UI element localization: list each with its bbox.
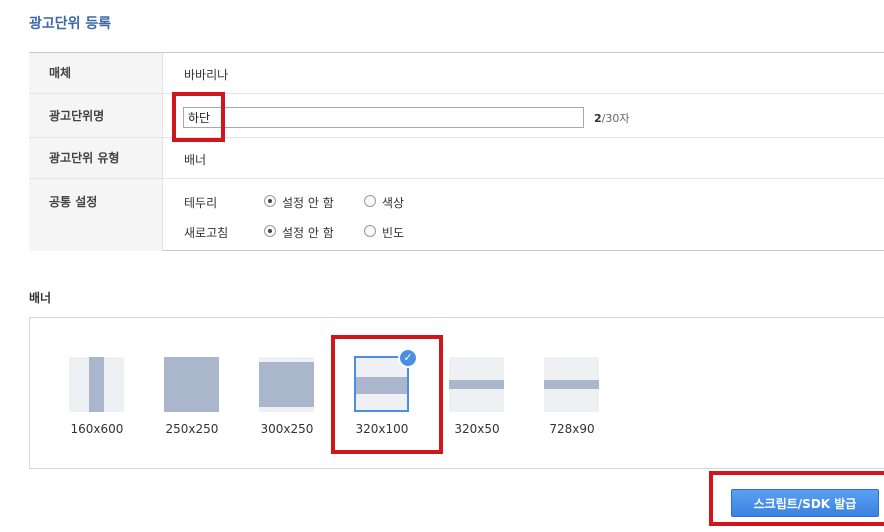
char-count-max: /30자 (601, 112, 630, 125)
unit-name-row: 광고단위명 2/30자 (29, 94, 884, 138)
selected-size-highlight (331, 335, 443, 454)
media-label: 매체 (29, 53, 163, 93)
media-value: 바바리나 (184, 68, 229, 82)
size-label-320x50: 320x50 (454, 422, 500, 436)
size-option-320x50[interactable] (449, 357, 504, 412)
refresh-setting-label: 새로고침 (184, 226, 229, 240)
name-input-highlight (172, 92, 225, 142)
size-option-250x250[interactable] (164, 357, 219, 412)
unit-name-label: 광고단위명 (29, 94, 163, 137)
unit-type-label: 광고단위 유형 (29, 138, 163, 178)
border-setting-label: 테두리 (184, 196, 218, 210)
char-count: 2/30자 (594, 110, 629, 126)
size-label-160x600: 160x600 (70, 422, 124, 436)
char-count-current: 2 (594, 112, 602, 125)
refresh-none-label: 설정 안 함 (282, 226, 334, 240)
unit-type-row: 광고단위 유형 배너 (29, 138, 884, 179)
issue-button-highlight (709, 471, 884, 526)
border-none-label: 설정 안 함 (282, 196, 334, 210)
refresh-frequency-radio[interactable] (364, 225, 376, 237)
refresh-none-radio[interactable] (264, 225, 276, 237)
size-label-300x250: 300x250 (260, 422, 314, 436)
media-row: 매체 바바리나 (29, 53, 884, 94)
common-settings-row: 공통 설정 테두리 설정 안 함 색상 새로고침 설정 안 함 빈도 (29, 179, 884, 251)
size-label-728x90: 728x90 (549, 422, 595, 436)
unit-name-input[interactable] (183, 107, 584, 128)
size-option-300x250[interactable] (259, 357, 314, 412)
unit-type-value: 배너 (184, 153, 207, 167)
page-title: 광고단위 등록 (29, 16, 112, 32)
border-color-label: 색상 (382, 196, 405, 210)
refresh-frequency-label: 빈도 (382, 226, 405, 240)
size-option-160x600[interactable] (69, 357, 124, 412)
common-settings-label: 공통 설정 (29, 179, 163, 251)
banner-section-title: 배너 (29, 291, 52, 305)
ad-unit-form: 매체 바바리나 광고단위명 2/30자 광고단위 유형 배너 공통 설정 테두리… (29, 52, 884, 251)
size-option-728x90[interactable] (544, 357, 599, 412)
border-none-radio[interactable] (264, 195, 276, 207)
border-color-radio[interactable] (364, 195, 376, 207)
size-label-250x250: 250x250 (165, 422, 219, 436)
